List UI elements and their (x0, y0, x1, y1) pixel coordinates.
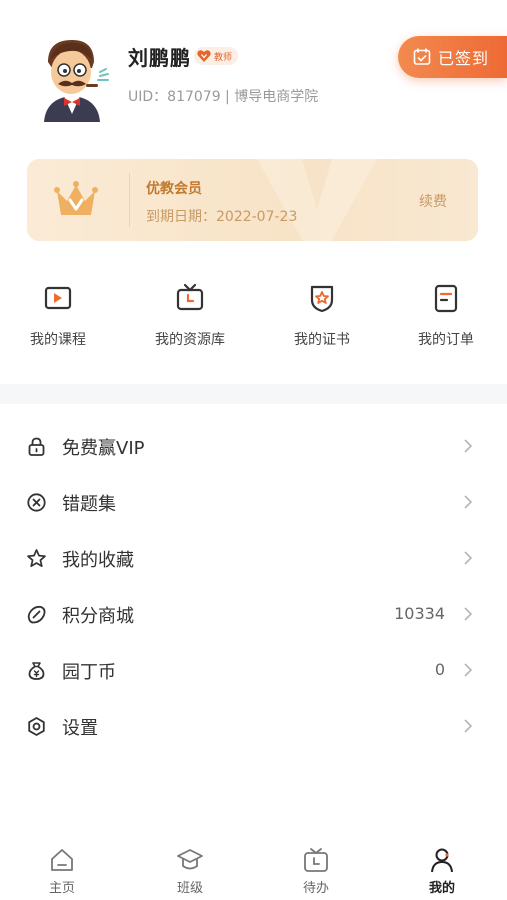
membership-divider (129, 173, 130, 227)
graduation-cap-icon (177, 849, 203, 870)
menu-item-free-vip[interactable]: 免费赢VIP (0, 418, 507, 474)
bottom-tab-bar: 主页 班级 待办 我的 (0, 838, 507, 900)
section-divider (0, 384, 507, 404)
todo-tv-icon (304, 848, 328, 872)
menu-item-label: 错题集 (62, 494, 116, 515)
shortcut-grid: 我的课程 我的资源库 我的证书 我的订单 (0, 282, 507, 362)
chevron-right-icon (464, 551, 473, 565)
certificate-badge-icon (310, 285, 334, 313)
checkin-label: 已签到 (438, 49, 490, 68)
shortcut-my-orders[interactable]: 我的订单 (391, 282, 501, 349)
menu-item-settings[interactable]: 设置 (0, 698, 507, 754)
shortcut-label: 我的资源库 (155, 332, 225, 348)
shortcut-label: 我的课程 (30, 332, 86, 348)
resource-tv-icon (176, 283, 204, 311)
menu-item-label: 免费赢VIP (62, 438, 145, 459)
menu-item-points-mall[interactable]: 积分商城 10334 (0, 586, 507, 642)
calendar-check-icon (413, 48, 431, 65)
menu-item-gardener-coins[interactable]: 园丁币 0 (0, 642, 507, 698)
menu-item-label: 我的收藏 (62, 550, 134, 571)
menu-item-value: 10334 (394, 604, 445, 623)
crown-icon (54, 181, 98, 215)
course-video-icon (44, 286, 72, 310)
user-name: 刘鹏鹏 (128, 46, 191, 70)
tab-label: 主页 (48, 881, 75, 896)
renew-button[interactable]: 续费 (419, 191, 447, 211)
shortcut-my-courses[interactable]: 我的课程 (3, 282, 113, 349)
uid-line: UID：817079 | 博导电商学院 (128, 89, 319, 105)
role-badge-label: 教师 (214, 52, 233, 63)
chevron-right-icon (464, 607, 473, 621)
chevron-right-icon (464, 439, 473, 453)
shortcut-label: 我的订单 (418, 332, 474, 348)
chevron-right-icon (464, 719, 473, 733)
order-document-icon (434, 284, 458, 313)
tab-home[interactable]: 主页 (22, 846, 102, 896)
role-badge: 教师 (194, 47, 239, 65)
points-icon (27, 605, 46, 624)
membership-expiry: 到期日期：2022-07-23 (146, 209, 298, 225)
error-circle-x-icon (27, 493, 46, 512)
menu-item-value: 0 (434, 660, 445, 679)
shortcut-label: 我的证书 (294, 332, 350, 348)
user-icon (431, 848, 453, 873)
menu-item-label: 积分商城 (62, 606, 134, 627)
menu-item-label: 园丁币 (62, 662, 116, 683)
menu-item-mistakes[interactable]: 错题集 (0, 474, 507, 530)
chevron-right-icon (464, 663, 473, 677)
settings-icon (28, 717, 45, 736)
shortcut-my-resources[interactable]: 我的资源库 (135, 282, 245, 349)
tab-mine[interactable]: 我的 (402, 846, 482, 896)
watermark-v-icon (257, 159, 377, 241)
tab-label: 班级 (176, 881, 203, 896)
teacher-heart-icon (197, 50, 211, 62)
checkin-button[interactable]: 已签到 (398, 36, 507, 78)
coin-bag-icon (28, 662, 45, 680)
membership-card[interactable]: 优教会员 到期日期：2022-07-23 续费 (27, 159, 478, 241)
tab-label: 待办 (302, 881, 329, 896)
profile-header: 刘鹏鹏 教师 UID：817079 | 博导电商学院 已签到 (0, 0, 507, 140)
home-icon (51, 849, 73, 871)
shortcut-my-certificates[interactable]: 我的证书 (267, 282, 377, 349)
tab-class[interactable]: 班级 (150, 846, 230, 896)
chevron-right-icon (464, 495, 473, 509)
star-icon (27, 549, 46, 568)
tab-label: 我的 (428, 881, 455, 896)
lock-icon (28, 437, 45, 456)
tab-todo[interactable]: 待办 (276, 846, 356, 896)
avatar[interactable] (34, 34, 112, 122)
menu-item-label: 设置 (62, 718, 98, 739)
menu-item-favorites[interactable]: 我的收藏 (0, 530, 507, 586)
membership-title: 优教会员 (146, 181, 202, 197)
